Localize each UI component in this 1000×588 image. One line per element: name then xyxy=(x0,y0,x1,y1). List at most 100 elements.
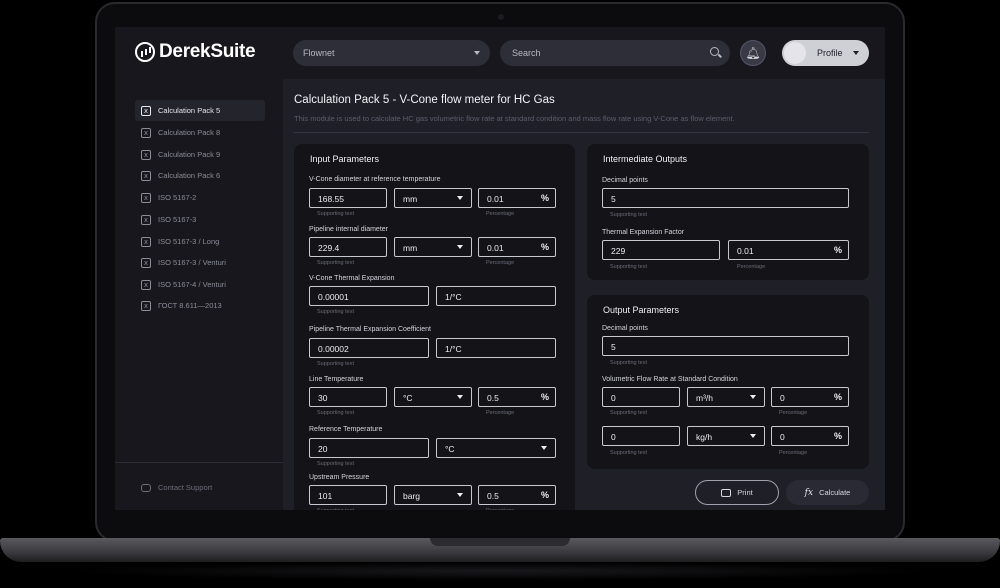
supporting-text: Supporting text xyxy=(317,260,354,266)
decimal-points-input[interactable]: 5 xyxy=(602,336,849,356)
thermal-expansion-input[interactable]: 229 xyxy=(602,240,720,260)
mass-flow-unit-select[interactable]: kg/h xyxy=(687,426,765,446)
module-select[interactable]: Flownet xyxy=(293,40,490,66)
page-title: Calculation Pack 5 - V-Cone flow meter f… xyxy=(294,94,555,106)
chevron-down-icon xyxy=(457,493,463,497)
flow-rate-input[interactable]: 0 xyxy=(602,387,680,407)
supporting-text: Supporting text xyxy=(610,360,647,366)
card-title: Input Parameters xyxy=(310,154,380,164)
pipe-diameter-input[interactable]: 229.4 xyxy=(309,237,387,257)
calculator-icon: x xyxy=(141,300,151,311)
reference-temperature-input[interactable]: 20 xyxy=(309,438,429,458)
reference-temperature-label: Reference Temperature xyxy=(309,426,383,433)
percent-icon: % xyxy=(540,242,549,252)
sidebar-item-label: ISO 5167-4 / Venturi xyxy=(158,280,226,289)
decimal-points-input[interactable]: 5 xyxy=(602,188,849,208)
supporting-text: Supporting text xyxy=(610,212,647,218)
calculate-button[interactable]: fx Calculate xyxy=(786,480,869,505)
flow-rate-pct-input[interactable]: 0% xyxy=(771,387,849,407)
supporting-text: Supporting text xyxy=(317,211,354,217)
contact-support-link[interactable]: Contact Support xyxy=(141,483,212,492)
pipe-expansion-label: Pipeline Thermal Expansion Coefficient xyxy=(309,326,431,333)
laptop-notch xyxy=(430,538,570,546)
supporting-text: Supporting text xyxy=(610,410,647,416)
sidebar-item-label: ISO 5167-3 / Venturi xyxy=(158,258,226,267)
percentage-text: Percentage xyxy=(737,264,766,270)
print-button[interactable]: Print xyxy=(695,480,779,505)
sidebar-item-calculation-pack-8[interactable]: x Calculation Pack 8 xyxy=(135,122,265,143)
top-header: DerekSuite Flownet 🔔︎ Profile xyxy=(115,27,885,79)
thermal-expansion-pct-input[interactable]: 0.01% xyxy=(728,240,849,260)
calculator-icon: x xyxy=(141,257,151,268)
sidebar-item-label: ГОСТ 8.611—2013 xyxy=(158,301,222,310)
line-temperature-unit-select[interactable]: °C xyxy=(394,387,472,407)
mass-flow-pct-input[interactable]: 0% xyxy=(771,426,849,446)
search-icon[interactable] xyxy=(710,47,719,56)
sidebar-item-iso-5167-2[interactable]: x ISO 5167-2 xyxy=(135,187,265,208)
percent-icon: % xyxy=(540,392,549,402)
sidebar-item-label: ISO 5167-3 xyxy=(158,215,197,224)
vcone-expansion-input[interactable]: 0.00001 xyxy=(309,286,429,306)
pipe-diameter-pct-input[interactable]: 0.01% xyxy=(478,237,556,257)
notifications-button[interactable]: 🔔︎ xyxy=(740,40,766,66)
calculator-icon: x xyxy=(141,279,151,290)
logo[interactable]: DerekSuite xyxy=(135,41,256,63)
upstream-pressure-input[interactable]: 101 xyxy=(309,485,387,505)
vcone-expansion-unit-field[interactable]: 1/°C xyxy=(436,286,556,306)
vcone-diameter-label: V-Cone diameter at reference temperature xyxy=(309,176,441,183)
sidebar-item-label: Calculation Pack 9 xyxy=(158,150,221,159)
calculator-icon: x xyxy=(141,170,151,181)
mass-flow-input[interactable]: 0 xyxy=(602,426,680,446)
supporting-text: Supporting text xyxy=(317,508,354,510)
percent-icon: % xyxy=(833,431,842,441)
sidebar-item-calculation-pack-9[interactable]: x Calculation Pack 9 xyxy=(135,144,265,165)
sidebar-item-calculation-pack-6[interactable]: x Calculation Pack 6 xyxy=(135,165,265,186)
upstream-pressure-pct-input[interactable]: 0.5% xyxy=(478,485,556,505)
profile-button[interactable]: Profile xyxy=(782,40,869,66)
percentage-text: Percentage xyxy=(486,260,515,266)
line-temperature-input[interactable]: 30 xyxy=(309,387,387,407)
pipe-expansion-input[interactable]: 0.00002 xyxy=(309,338,429,358)
calculator-icon: x xyxy=(141,214,151,225)
pipe-diameter-unit-select[interactable]: mm xyxy=(394,237,472,257)
bell-icon: 🔔︎ xyxy=(745,46,761,60)
chevron-down-icon xyxy=(457,245,463,249)
calculator-icon: x xyxy=(141,105,151,116)
output-parameters-card: Output Parameters Decimal points 5 Suppo… xyxy=(587,295,869,469)
pipe-diameter-label: Pipeline internal diameter xyxy=(309,226,388,233)
supporting-text: Supporting text xyxy=(317,410,354,416)
vcone-diameter-pct-input[interactable]: 0.01% xyxy=(478,188,556,208)
sidebar-item-iso-5167-3-long[interactable]: x ISO 5167-3 / Long xyxy=(135,231,265,252)
chevron-down-icon xyxy=(750,395,756,399)
pipe-expansion-unit-field[interactable]: 1/°C xyxy=(436,338,556,358)
sidebar-item-label: ISO 5167-2 xyxy=(158,193,197,202)
input-parameters-card: Input Parameters V-Cone diameter at refe… xyxy=(294,144,575,510)
sidebar-item-label: Calculation Pack 8 xyxy=(158,128,221,137)
calculate-label: Calculate xyxy=(819,488,851,497)
chevron-down-icon xyxy=(457,395,463,399)
calculator-icon: x xyxy=(141,127,151,138)
upstream-pressure-unit-select[interactable]: barg xyxy=(394,485,472,505)
sidebar-item-calculation-pack-5[interactable]: x Calculation Pack 5 xyxy=(135,100,265,121)
page-description: This module is used to calculate HC gas … xyxy=(294,114,735,123)
search-input[interactable] xyxy=(500,40,730,66)
sidebar-item-iso-5167-3[interactable]: x ISO 5167-3 xyxy=(135,209,265,230)
sidebar-item-label: Calculation Pack 5 xyxy=(158,106,221,115)
vcone-diameter-input[interactable]: 168.55 xyxy=(309,188,387,208)
sidebar-item-iso-5167-4-venturi[interactable]: x ISO 5167-4 / Venturi xyxy=(135,274,265,295)
logo-text: DerekSuite xyxy=(159,41,256,62)
vcone-diameter-unit-select[interactable]: mm xyxy=(394,188,472,208)
flow-rate-unit-select[interactable]: m³/h xyxy=(687,387,765,407)
module-select-value: Flownet xyxy=(303,48,335,58)
percent-icon: % xyxy=(540,490,549,500)
app-screen: DerekSuite Flownet 🔔︎ Profile x Calculati… xyxy=(115,27,885,510)
sidebar-item-gost-8-611[interactable]: x ГОСТ 8.611—2013 xyxy=(135,295,265,316)
sidebar-item-label: Calculation Pack 6 xyxy=(158,171,221,180)
line-temperature-pct-input[interactable]: 0.5% xyxy=(478,387,556,407)
reference-temperature-unit-select[interactable]: °C xyxy=(436,438,556,458)
chevron-down-icon xyxy=(474,51,480,55)
decimal-points-label: Decimal points xyxy=(602,325,648,332)
upstream-pressure-label: Upstream Pressure xyxy=(309,474,370,481)
sidebar-item-iso-5167-3-venturi[interactable]: x ISO 5167-3 / Venturi xyxy=(135,252,265,273)
percentage-text: Percentage xyxy=(779,410,808,416)
